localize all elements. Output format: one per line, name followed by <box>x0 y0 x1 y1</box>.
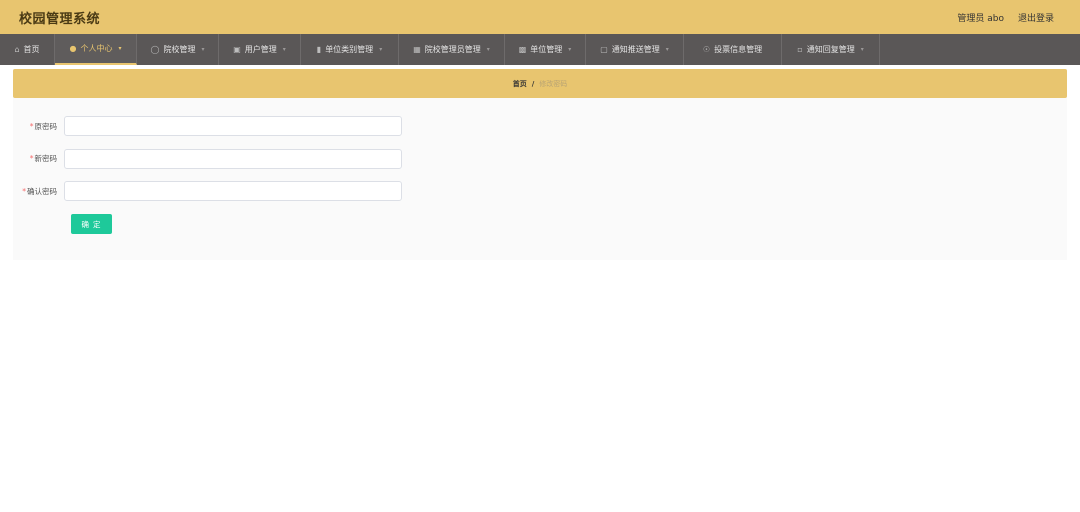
nav-item-notice-reply-management[interactable]: ▫ 通知回复管理 ▾ <box>782 34 880 65</box>
building-icon: ▦ <box>413 45 421 54</box>
nav-item-unit-management[interactable]: ▩ 单位管理 ▾ <box>505 34 586 65</box>
bar-chart-icon: ▮ <box>316 45 322 54</box>
new-password-label: *新密码 <box>29 154 57 163</box>
nav-label: 首页 <box>23 45 40 54</box>
chevron-down-icon: ▾ <box>282 46 286 53</box>
nav-label: 院校管理员管理 <box>424 45 481 54</box>
confirm-password-row: *确认密码 <box>13 181 402 201</box>
required-mark: * <box>29 121 34 131</box>
old-password-label: *原密码 <box>29 121 57 131</box>
breadcrumb: 首页 / 修改密码 <box>13 69 1067 98</box>
nav-label: 通知回复管理 <box>806 45 855 54</box>
new-password-input[interactable] <box>64 148 402 169</box>
confirm-password-input[interactable] <box>64 181 402 201</box>
breadcrumb-current: 修改密码 <box>539 79 568 88</box>
change-password-form: *原密码 *新密码 *确认密码 <box>13 116 402 214</box>
image-icon: ▢ <box>600 45 608 54</box>
nav-item-unit-category-management[interactable]: ▮ 单位类别管理 ▾ <box>301 34 399 65</box>
app-title: 校园管理系统 <box>19 11 101 27</box>
circle-icon: ◯ <box>150 45 160 54</box>
old-password-input[interactable] <box>64 116 402 136</box>
main-nav: ⌂ 首页 ● 个人中心 ▾ ◯ 院校管理 ▾ ▣ 用户管理 ▾ ▮ 单位类别管理… <box>0 34 1080 65</box>
new-password-row: *新密码 <box>13 148 402 169</box>
nav-label: 院校管理 <box>163 45 196 54</box>
monitor-icon: ▩ <box>518 45 527 54</box>
chevron-down-icon: ▾ <box>201 46 205 53</box>
chevron-down-icon: ▾ <box>486 46 490 53</box>
compass-icon: ☉ <box>702 45 711 54</box>
required-mark: * <box>22 186 26 196</box>
nav-label: 单位类别管理 <box>325 45 374 54</box>
nav-label: 单位管理 <box>530 45 563 54</box>
breadcrumb-home[interactable]: 首页 <box>513 79 527 89</box>
required-mark: * <box>29 154 34 163</box>
old-password-row: *原密码 <box>13 116 402 136</box>
clipboard-icon: ▫ <box>797 45 803 54</box>
content-panel: 首页 / 修改密码 *原密码 *新密码 *确认密码 确 定 <box>13 69 1067 260</box>
chevron-down-icon: ▾ <box>860 46 864 53</box>
nav-item-home[interactable]: ⌂ 首页 <box>0 34 55 65</box>
current-user-label[interactable]: 管理员 abo <box>957 11 1004 24</box>
header-user-area: 管理员 abo 退出登录 <box>957 11 1054 24</box>
nav-label: 用户管理 <box>244 45 277 54</box>
nav-item-college-admin-management[interactable]: ▦ 院校管理员管理 ▾ <box>399 34 505 65</box>
chevron-down-icon: ▾ <box>665 46 669 53</box>
nav-item-notice-push-management[interactable]: ▢ 通知推送管理 ▾ <box>586 34 684 65</box>
chat-icon: ▣ <box>233 45 241 54</box>
breadcrumb-separator: / <box>531 79 535 88</box>
home-icon: ⌂ <box>14 45 20 54</box>
app-header: 校园管理系统 管理员 abo 退出登录 <box>0 0 1080 34</box>
nav-label: 个人中心 <box>80 44 113 53</box>
nav-label: 通知推送管理 <box>611 45 660 54</box>
confirm-button[interactable]: 确 定 <box>71 214 112 234</box>
chevron-down-icon: ▾ <box>379 46 383 53</box>
nav-item-college-management[interactable]: ◯ 院校管理 ▾ <box>137 34 219 65</box>
nav-item-vote-info-management[interactable]: ☉ 投票信息管理 <box>684 34 782 65</box>
nav-item-user-management[interactable]: ▣ 用户管理 ▾ <box>219 34 301 65</box>
logout-link[interactable]: 退出登录 <box>1018 11 1054 24</box>
nav-label: 投票信息管理 <box>714 45 763 54</box>
confirm-password-label: *确认密码 <box>22 186 57 196</box>
chevron-down-icon: ▾ <box>568 46 572 53</box>
user-icon: ● <box>69 44 77 53</box>
nav-item-personal-center[interactable]: ● 个人中心 ▾ <box>55 34 137 65</box>
chevron-down-icon: ▾ <box>118 45 122 52</box>
